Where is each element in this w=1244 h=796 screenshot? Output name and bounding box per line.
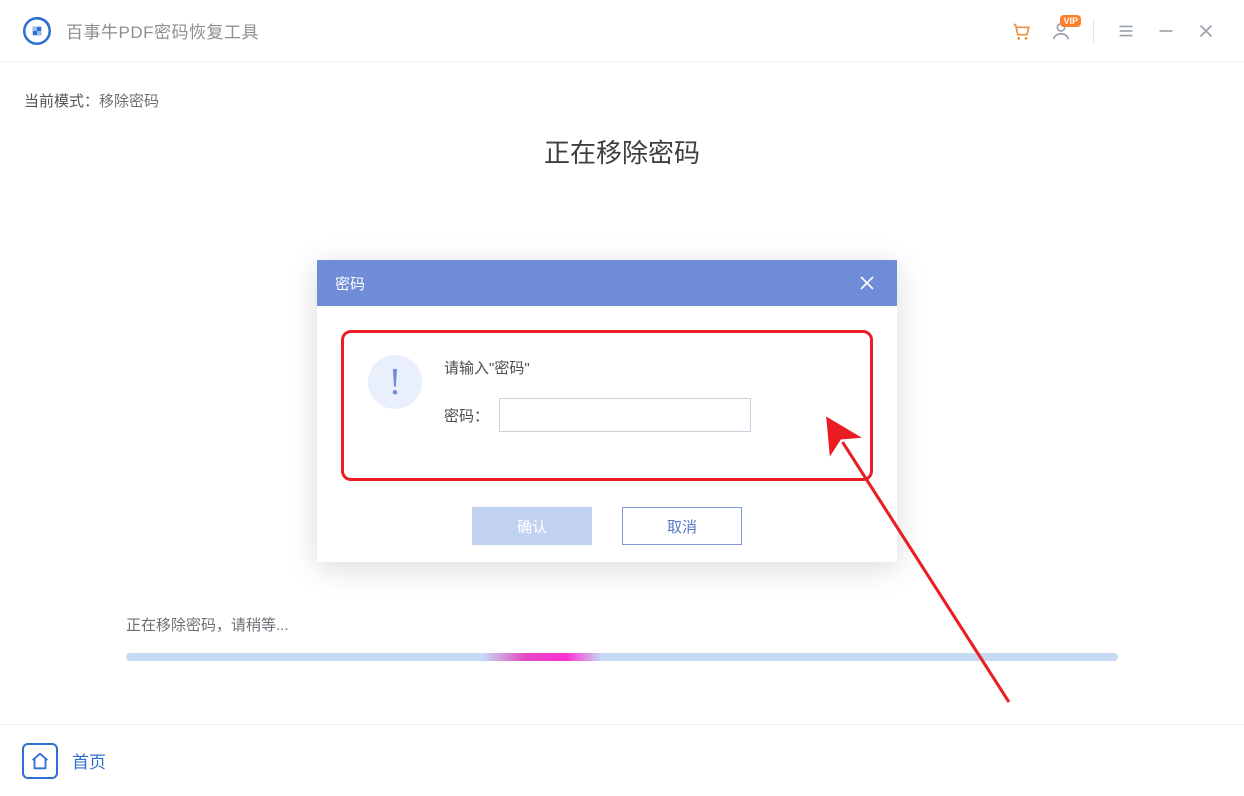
close-icon[interactable] bbox=[1188, 13, 1224, 49]
cart-icon[interactable] bbox=[1003, 13, 1039, 49]
footer: 首页 bbox=[0, 724, 1244, 796]
progress-bar bbox=[126, 653, 1118, 661]
dialog-title: 密码 bbox=[335, 273, 855, 294]
mode-value: 移除密码 bbox=[99, 93, 159, 110]
dialog-actions: 确认 取消 bbox=[341, 507, 873, 545]
home-label: 首页 bbox=[72, 748, 106, 773]
vip-badge: VIP bbox=[1060, 15, 1081, 27]
minimize-icon[interactable] bbox=[1148, 13, 1184, 49]
password-input[interactable] bbox=[499, 398, 751, 432]
input-block: 请输入"密码" 密码： bbox=[444, 355, 751, 432]
titlebar: 百事牛PDF密码恢复工具 VIP bbox=[0, 0, 1244, 62]
home-icon bbox=[22, 743, 58, 779]
user-icon[interactable]: VIP bbox=[1043, 13, 1079, 49]
app-logo-icon bbox=[20, 14, 54, 48]
menu-icon[interactable] bbox=[1108, 13, 1144, 49]
mode-label: 当前模式： bbox=[24, 93, 99, 110]
titlebar-separator bbox=[1093, 19, 1094, 43]
dialog-body: ! 请输入"密码" 密码： 确认 取消 bbox=[317, 306, 897, 545]
content-area: 当前模式：移除密码 正在移除密码 密码 ! 请输入"密码" 密码： bbox=[0, 62, 1244, 722]
password-label: 密码： bbox=[444, 405, 489, 426]
app-title: 百事牛PDF密码恢复工具 bbox=[66, 18, 259, 43]
home-button[interactable]: 首页 bbox=[22, 743, 106, 779]
progress-text: 正在移除密码，请稍等... bbox=[126, 614, 1118, 635]
password-field-row: 密码： bbox=[444, 398, 751, 432]
progress-area: 正在移除密码，请稍等... bbox=[126, 614, 1118, 661]
password-dialog: 密码 ! 请输入"密码" 密码： 确认 bbox=[317, 260, 897, 562]
dialog-header: 密码 bbox=[317, 260, 897, 306]
prompt-text: 请输入"密码" bbox=[444, 357, 751, 378]
page-heading: 正在移除密码 bbox=[24, 133, 1220, 170]
progress-indicator bbox=[483, 653, 602, 661]
annotation-highlight-box: ! 请输入"密码" 密码： bbox=[341, 330, 873, 481]
confirm-button[interactable]: 确认 bbox=[472, 507, 592, 545]
info-icon: ! bbox=[368, 355, 422, 409]
cancel-button[interactable]: 取消 bbox=[622, 507, 742, 545]
dialog-close-button[interactable] bbox=[855, 271, 879, 295]
mode-line: 当前模式：移除密码 bbox=[24, 90, 1220, 111]
